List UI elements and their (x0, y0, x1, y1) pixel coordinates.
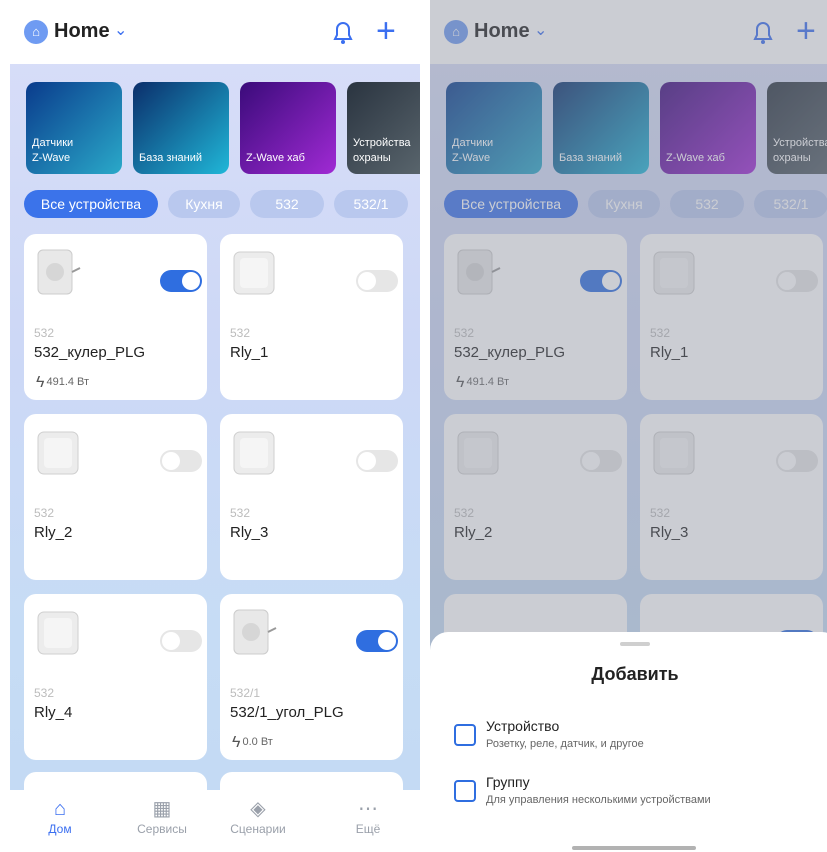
banner-security-devices[interactable]: Устройства охраны (347, 82, 420, 174)
chevron-down-icon[interactable]: ⌄ (114, 20, 127, 40)
device-room: 532/1 (230, 686, 261, 700)
device-card[interactable]: 532 532_кулер_PLG ϟ 491.4 Вт (24, 234, 207, 400)
device-card[interactable]: 532 Rly_3 (220, 414, 403, 580)
group-icon (454, 780, 476, 802)
chip-532[interactable]: 532 (250, 190, 324, 218)
power-toggle[interactable] (356, 630, 398, 652)
add-group-option[interactable]: Группу Для управления несколькими устрой… (454, 774, 827, 814)
home-icon: ⌂ (53, 798, 67, 820)
home-screen-with-sheet: ⌂ Home ⌄ + Датчики Z-Wave База знаний Z-… (430, 0, 827, 852)
power-toggle[interactable] (356, 450, 398, 472)
bell-icon[interactable] (330, 18, 356, 46)
chip-all-devices[interactable]: Все устройства (24, 190, 158, 218)
grid-icon: ▦ (152, 798, 172, 820)
banner-zwave-sensors[interactable]: Датчики Z-Wave (26, 82, 122, 174)
device-card[interactable]: 532 Rly_4 (24, 594, 207, 760)
device-card[interactable]: 532 Rly_1 (220, 234, 403, 400)
tab-label: Сценарии (230, 822, 286, 836)
lightning-icon: ϟ (36, 374, 45, 391)
tab-scenarios[interactable]: ◈ Сценарии (218, 796, 298, 836)
room-filter-chips: Все устройства Кухня 532 532/1 (24, 190, 420, 220)
bottom-tab-bar: ⌂ Дом ▦ Сервисы ◈ Сценарии ⋯ Ещё (10, 790, 420, 852)
banner-zwave-hub[interactable]: Z-Wave хаб (240, 82, 336, 174)
relay-switch-icon (37, 611, 79, 655)
tab-services[interactable]: ▦ Сервисы (122, 796, 202, 836)
relay-switch-icon (233, 251, 275, 295)
banner-knowledge-base[interactable]: База знаний (133, 82, 229, 174)
tab-label: Дом (48, 822, 72, 836)
add-button[interactable]: + (376, 14, 396, 48)
tab-label: Сервисы (137, 822, 187, 836)
device-name: 532_кулер_PLG (34, 344, 146, 361)
add-bottom-sheet: Добавить Устройство Розетку, реле, датчи… (430, 632, 827, 852)
sheet-title: Добавить (591, 664, 679, 684)
device-room: 532 (230, 506, 251, 520)
chip-kitchen[interactable]: Кухня (168, 190, 240, 218)
power-reading: ϟ 491.4 Вт (36, 374, 89, 392)
home-indicator (572, 846, 696, 850)
lightning-icon: ϟ (232, 734, 241, 751)
option-title: Устройство (486, 718, 560, 734)
tab-more[interactable]: ⋯ Ещё (328, 796, 408, 836)
device-name: Rly_4 (34, 704, 73, 721)
banner-label: База знаний (139, 152, 203, 164)
layers-icon: ◈ (250, 798, 266, 820)
more-icon: ⋯ (358, 798, 378, 820)
banner-label: Датчики Z-Wave (32, 137, 74, 164)
top-bar: ⌂ Home ⌄ + (10, 0, 420, 64)
chip-532-1[interactable]: 532/1 (334, 190, 408, 218)
device-room: 532 (34, 686, 55, 700)
banner-label: Устройства охраны (353, 137, 411, 164)
device-icon (454, 724, 476, 746)
device-card[interactable]: 532 Rly_2 (24, 414, 207, 580)
sheet-drag-handle[interactable] (620, 642, 650, 646)
device-name: Rly_1 (230, 344, 269, 361)
smart-plug-icon (233, 609, 277, 655)
device-name: Rly_3 (230, 524, 269, 541)
option-subtitle: Для управления несколькими устройствами (486, 794, 711, 806)
banner-label: Z-Wave хаб (246, 152, 305, 164)
relay-switch-icon (37, 431, 79, 475)
option-title: Группу (486, 774, 530, 790)
power-value: 0.0 Вт (242, 736, 273, 748)
device-card[interactable]: 532/1 532/1_угол_PLG ϟ 0.0 Вт (220, 594, 403, 760)
device-room: 532 (34, 506, 55, 520)
power-toggle[interactable] (160, 630, 202, 652)
add-device-option[interactable]: Устройство Розетку, реле, датчик, и друг… (454, 718, 827, 758)
power-toggle[interactable] (160, 270, 202, 292)
home-logo-icon: ⌂ (24, 20, 48, 44)
relay-switch-icon (233, 431, 275, 475)
power-reading: ϟ 0.0 Вт (232, 734, 273, 752)
device-room: 532 (34, 326, 55, 340)
smart-plug-icon (37, 249, 81, 295)
device-name: Rly_2 (34, 524, 73, 541)
home-selector[interactable]: Home (54, 20, 110, 43)
tab-label: Ещё (355, 822, 381, 836)
promo-banners: Датчики Z-Wave База знаний Z-Wave хаб Ус… (26, 82, 420, 174)
home-screen: ⌂ Home ⌄ + Датчики Z-Wave База знаний Z-… (10, 0, 420, 852)
option-subtitle: Розетку, реле, датчик, и другое (486, 738, 644, 750)
power-toggle[interactable] (356, 270, 398, 292)
power-value: 491.4 Вт (46, 376, 90, 388)
device-room: 532 (230, 326, 251, 340)
tab-home[interactable]: ⌂ Дом (20, 796, 100, 836)
device-name: 532/1_угол_PLG (230, 704, 344, 721)
power-toggle[interactable] (160, 450, 202, 472)
